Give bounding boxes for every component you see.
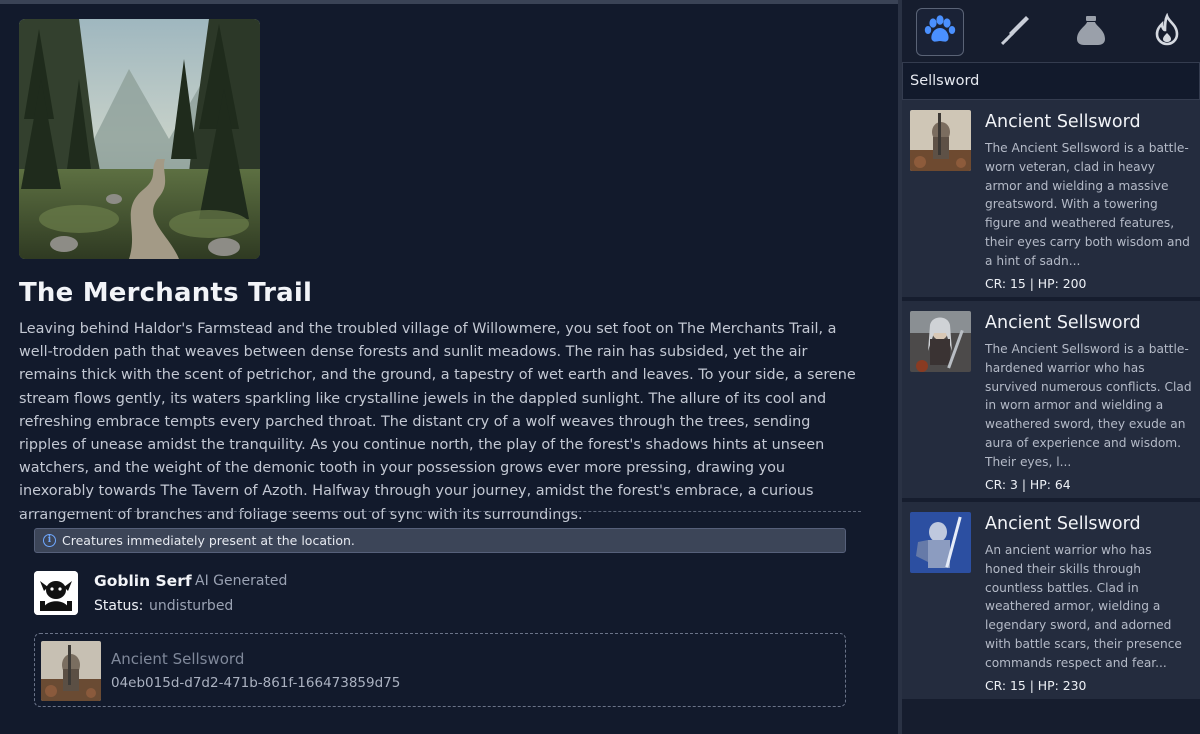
tab-creatures[interactable] — [916, 8, 964, 56]
location-panel: The Merchants Trail Leaving behind Haldo… — [0, 0, 898, 734]
result-thumbnail — [910, 311, 971, 372]
result-title: Ancient Sellsword — [985, 112, 1141, 132]
result-card[interactable]: Ancient Sellsword The Ancient Sellsword … — [902, 301, 1200, 500]
creature-dropzone[interactable]: Ancient Sellsword 04eb015d-d7d2-471b-861… — [34, 633, 846, 707]
sellsword-thumbnail — [41, 641, 101, 701]
category-tabs — [902, 0, 1200, 62]
creature-search-panel: Ancient Sellsword The Ancient Sellsword … — [902, 0, 1200, 734]
status-label: Status: — [94, 598, 144, 614]
status-value: undisturbed — [149, 598, 234, 614]
sword-icon — [998, 13, 1032, 51]
pouch-icon — [1074, 13, 1108, 51]
goblin-avatar — [34, 571, 78, 615]
result-thumbnail — [910, 512, 971, 573]
tab-items[interactable] — [1067, 8, 1115, 56]
dropzone-creature-id: 04eb015d-d7d2-471b-861f-166473859d75 — [111, 675, 401, 691]
creatures-notice: i Creatures immediately present at the l… — [34, 528, 846, 553]
info-icon: i — [43, 534, 56, 547]
location-description: Leaving behind Haldor's Farmstead and th… — [19, 321, 856, 523]
dropzone-creature-name: Ancient Sellsword — [111, 650, 245, 668]
result-stats: CR: 15 | HP: 230 — [985, 678, 1087, 693]
result-description: The Ancient Sellsword is a battle-worn v… — [985, 141, 1190, 268]
result-card[interactable]: Ancient Sellsword The Ancient Sellsword … — [902, 100, 1200, 299]
location-title: The Merchants Trail — [19, 278, 313, 308]
fire-icon — [1150, 12, 1184, 51]
result-card[interactable]: Ancient Sellsword An ancient warrior who… — [902, 502, 1200, 701]
result-title: Ancient Sellsword — [985, 313, 1141, 333]
result-thumbnail — [910, 110, 971, 171]
tab-spells[interactable] — [1143, 8, 1191, 56]
result-description: An ancient warrior who has honed their s… — [985, 543, 1182, 670]
tab-weapons[interactable] — [991, 8, 1039, 56]
location-image — [19, 19, 260, 259]
result-stats: CR: 15 | HP: 200 — [985, 276, 1087, 291]
result-description: The Ancient Sellsword is a battle-harden… — [985, 342, 1192, 469]
result-title: Ancient Sellsword — [985, 514, 1141, 534]
creature-search-input[interactable] — [902, 62, 1200, 100]
creature-entry[interactable]: Goblin Serf AI Generated Status: undistu… — [34, 571, 634, 617]
ai-generated-tag: AI Generated — [195, 573, 288, 589]
paw-icon — [923, 13, 957, 51]
creature-name: Goblin Serf — [94, 572, 192, 590]
result-stats: CR: 3 | HP: 64 — [985, 477, 1071, 492]
creatures-notice-text: Creatures immediately present at the loc… — [62, 533, 355, 548]
section-divider — [19, 511, 861, 512]
